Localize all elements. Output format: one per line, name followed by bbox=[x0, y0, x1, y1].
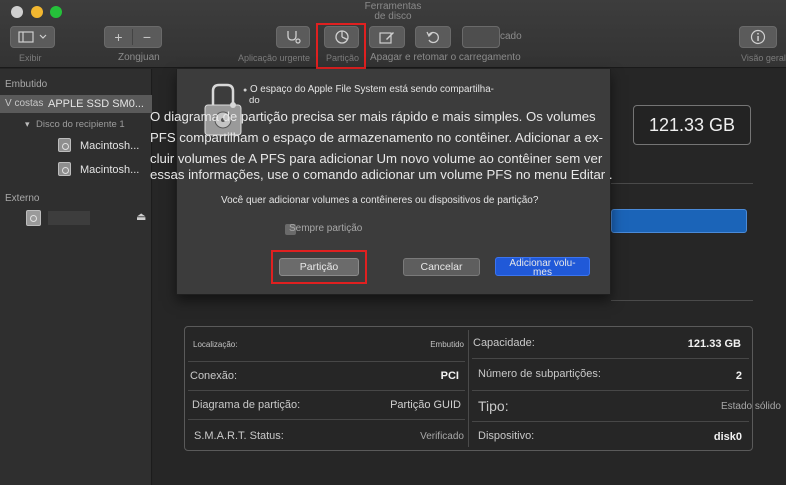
volume-label: Zongjuan bbox=[118, 52, 160, 63]
cancel-button[interactable]: Cancelar bbox=[403, 258, 480, 276]
volume-disk-icon bbox=[58, 162, 71, 176]
dialog-message-line: PFS compartilham o espaço de armazenamen… bbox=[150, 130, 604, 145]
dialog-message-line: essas informações, use o comando adicion… bbox=[150, 167, 613, 182]
volume-name: Macintosh... bbox=[80, 164, 140, 176]
erase-label: Apagar e retomar o carregamento bbox=[370, 52, 521, 63]
partition-scheme-value: Partição GUID bbox=[390, 399, 461, 411]
capacity-value: 121.33 GB bbox=[687, 338, 741, 350]
capacity-display: 121.33 GB bbox=[633, 105, 751, 145]
restore-arrow-icon bbox=[426, 31, 439, 44]
always-partition-label: Sempre partição bbox=[289, 223, 363, 234]
info-label: Visão geral bbox=[741, 53, 786, 63]
device-label: Dispositivo: bbox=[478, 430, 535, 442]
sidebar-item-ssd[interactable]: V costas APPLE SSD SM0... bbox=[0, 95, 152, 113]
partition-scheme-label: Diagrama de partição: bbox=[192, 399, 301, 411]
drive-name: APPLE SSD SM0... bbox=[48, 98, 144, 110]
dialog-question: Você quer adicionar volumes a contêinere… bbox=[221, 195, 539, 206]
sidebar-header-internal: Embutido bbox=[5, 79, 48, 90]
location-label: Localização: bbox=[193, 340, 238, 349]
subpartitions-value: 2 bbox=[735, 370, 742, 382]
mount-label-fragment: cado bbox=[500, 31, 522, 42]
partition-highlight-box bbox=[316, 23, 366, 69]
smart-status-label: S.M.A.R.T. Status: bbox=[194, 430, 284, 442]
divider bbox=[611, 300, 753, 301]
sidebar-item-container[interactable]: ▾ Disco do recipiente 1 bbox=[0, 116, 152, 134]
first-aid-button[interactable] bbox=[276, 26, 310, 48]
capacity-label: Capacidade: bbox=[473, 337, 535, 349]
info-row-divider bbox=[472, 390, 749, 391]
volume-add-remove-control[interactable]: + − bbox=[104, 26, 162, 48]
drive-prefix: V costas bbox=[5, 98, 44, 109]
dialog-title-line2: do bbox=[249, 95, 260, 106]
plus-icon[interactable]: + bbox=[105, 29, 133, 45]
view-label: Exibir bbox=[19, 53, 42, 63]
add-volume-button[interactable]: Adicionar volu- mes bbox=[495, 257, 590, 278]
erase-pencil-icon bbox=[379, 32, 394, 44]
device-value: disk0 bbox=[713, 431, 742, 443]
info-button[interactable] bbox=[739, 26, 777, 48]
mount-button[interactable] bbox=[462, 26, 500, 48]
info-row-divider bbox=[188, 361, 465, 362]
redacted-disk-name bbox=[48, 211, 90, 225]
external-disk-icon bbox=[26, 210, 41, 226]
dialog-title-line1: ● O espaço do Apple File System está sen… bbox=[243, 84, 494, 95]
sidebar-header-external: Externo bbox=[5, 193, 40, 204]
eject-icon[interactable]: ⏏ bbox=[136, 210, 146, 223]
dialog-message-line: O diagrama de partição precisa ser mais … bbox=[150, 109, 596, 124]
info-row-divider bbox=[472, 421, 749, 422]
smart-status-value: Verificado bbox=[420, 431, 464, 442]
disclosure-triangle-icon[interactable]: ▾ bbox=[25, 119, 30, 130]
partition-usage-bar bbox=[611, 209, 747, 233]
type-label: Tipo: bbox=[478, 398, 509, 414]
minus-icon[interactable]: − bbox=[133, 29, 161, 45]
sidebar-item-external-disk[interactable]: ⏏ bbox=[0, 209, 152, 227]
bullet-icon: ● bbox=[243, 87, 248, 94]
view-button[interactable] bbox=[10, 26, 55, 48]
add-volume-label-line2: mes bbox=[533, 267, 552, 278]
type-value: Estado sólido bbox=[720, 401, 781, 412]
info-row-divider bbox=[188, 419, 465, 420]
container-name: Disco do recipiente 1 bbox=[36, 119, 125, 130]
sidebar: Embutido V costas APPLE SSD SM0... ▾ Dis… bbox=[0, 69, 152, 485]
info-divider-vertical bbox=[468, 330, 469, 447]
subpartitions-label: Número de subpartições: bbox=[478, 368, 601, 380]
erase-button[interactable] bbox=[369, 26, 405, 48]
divider bbox=[611, 183, 753, 184]
connection-label: Conexão: bbox=[190, 370, 238, 382]
volume-name: Macintosh... bbox=[80, 140, 140, 152]
toolbar: Ferramentas de disco Exibir + − Zongjuan… bbox=[0, 0, 786, 69]
restore-button[interactable] bbox=[415, 26, 451, 48]
first-aid-label: Aplicação urgente bbox=[238, 53, 311, 63]
info-row-divider bbox=[188, 390, 465, 391]
sidebar-item-volume[interactable]: Macintosh... bbox=[0, 161, 152, 179]
info-icon bbox=[750, 29, 766, 45]
volume-disk-icon bbox=[58, 138, 71, 152]
sidebar-item-volume[interactable]: Macintosh... bbox=[0, 137, 152, 155]
stethoscope-icon bbox=[287, 31, 301, 44]
disk-utility-window: Ferramentas de disco Exibir + − Zongjuan… bbox=[0, 0, 786, 485]
connection-value: PCI bbox=[440, 370, 459, 382]
partition-button-highlight-box bbox=[271, 250, 367, 284]
sidebar-icon bbox=[17, 31, 46, 43]
location-value: Embutido bbox=[430, 340, 464, 349]
info-row-divider bbox=[472, 358, 749, 359]
window-title-line2: de disco bbox=[374, 11, 412, 22]
